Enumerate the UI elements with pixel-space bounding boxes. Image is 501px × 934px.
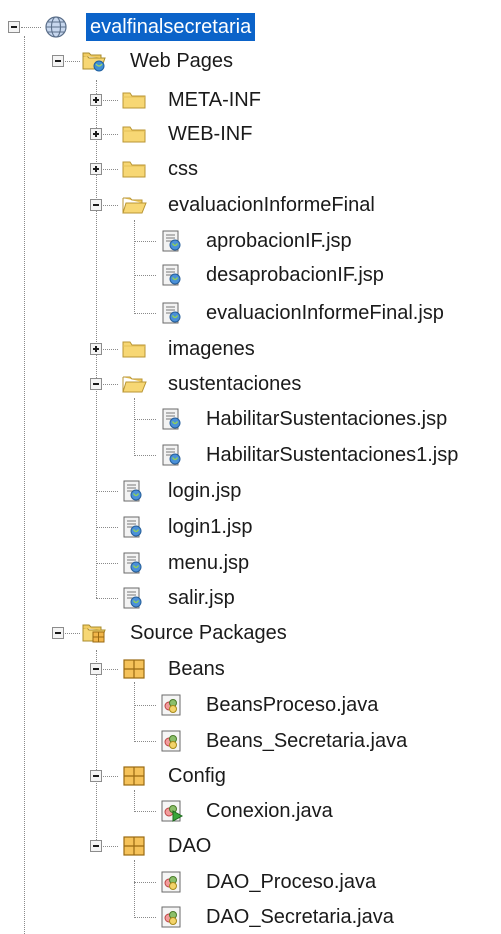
jsp-file-icon [158,263,184,287]
tree-node-login1[interactable]: login1.jsp [0,510,300,544]
tree-node-dao-secretaria[interactable]: DAO_Secretaria.java [0,900,420,934]
tree-node-project[interactable]: evalfinalsecretaria [0,10,300,44]
jsp-file-icon [119,515,145,539]
jsp-file-icon [158,301,184,325]
file-label: HabilitarSustentaciones1.jsp [206,444,459,466]
jsp-file-icon [158,407,184,431]
java-main-class-icon [158,799,184,823]
tree-node-web-inf[interactable]: WEB-INF [0,117,300,151]
tree-node-evaluacion-informe-final[interactable]: evaluacionInformeFinal [0,188,420,222]
web-pages-folder-icon [81,49,107,73]
file-label: DAO_Secretaria.java [206,906,394,928]
folder-label: sustentaciones [168,373,302,395]
file-label: salir.jsp [168,587,235,609]
expand-toggle[interactable] [90,94,102,106]
jsp-file-icon [119,479,145,503]
web-pages-label: Web Pages [130,50,234,72]
java-class-icon [158,729,184,753]
tree-node-beans[interactable]: Beans [0,652,300,686]
jsp-file-icon [119,586,145,610]
file-label: Conexion.java [206,800,333,822]
project-tree: evalfinalsecretaria Web Pages META-INF W… [0,0,501,934]
folder-icon [121,337,147,361]
expand-toggle[interactable] [90,128,102,140]
collapse-toggle[interactable] [52,627,64,639]
collapse-toggle[interactable] [8,21,20,33]
tree-node-css[interactable]: css [0,152,300,186]
tree-node-evaluacion-informe-final-jsp[interactable]: evaluacionInformeFinal.jsp [0,296,490,330]
file-label: login.jsp [168,480,242,502]
tree-node-beans-secretaria[interactable]: Beans_Secretaria.java [0,724,440,758]
expand-toggle[interactable] [90,343,102,355]
package-icon [121,657,147,681]
source-packages-label: Source Packages [130,622,287,644]
globe-icon [43,15,69,39]
file-label: BeansProceso.java [206,694,379,716]
folder-label: evaluacionInformeFinal [168,194,375,216]
tree-node-conexion[interactable]: Conexion.java [0,794,400,828]
file-label: Beans_Secretaria.java [206,730,408,752]
tree-node-meta-inf[interactable]: META-INF [0,83,300,117]
collapse-toggle[interactable] [90,378,102,390]
jsp-file-icon [158,443,184,467]
package-label: Config [168,765,226,787]
collapse-toggle[interactable] [90,840,102,852]
package-label: DAO [168,835,212,857]
file-label: evaluacionInformeFinal.jsp [206,302,444,324]
tree-node-salir[interactable]: salir.jsp [0,581,300,615]
tree-node-habilitar-sustentaciones1[interactable]: HabilitarSustentaciones1.jsp [0,438,500,472]
folder-open-icon [121,372,147,396]
jsp-file-icon [119,551,145,575]
folder-icon [121,122,147,146]
collapse-toggle[interactable] [90,770,102,782]
tree-node-desaprobacion-if[interactable]: desaprobacionIF.jsp [0,258,420,292]
java-class-icon [158,870,184,894]
package-label: Beans [168,658,225,680]
package-icon [121,834,147,858]
tree-node-menu[interactable]: menu.jsp [0,546,300,580]
folder-open-icon [121,193,147,217]
tree-node-config[interactable]: Config [0,759,300,793]
file-label: aprobacionIF.jsp [206,230,352,252]
jsp-file-icon [158,229,184,253]
folder-label: css [168,158,198,180]
tree-node-aprobacion-if[interactable]: aprobacionIF.jsp [0,224,420,258]
tree-node-beans-proceso[interactable]: BeansProceso.java [0,688,420,722]
expand-toggle[interactable] [90,163,102,175]
folder-icon [121,88,147,112]
tree-node-dao[interactable]: DAO [0,829,300,863]
folder-icon [121,157,147,181]
collapse-toggle[interactable] [52,55,64,67]
collapse-toggle[interactable] [90,663,102,675]
file-label: HabilitarSustentaciones.jsp [206,408,448,430]
tree-node-habilitar-sustentaciones[interactable]: HabilitarSustentaciones.jsp [0,402,490,436]
folder-label: WEB-INF [168,123,253,145]
file-label: desaprobacionIF.jsp [206,264,384,286]
source-packages-folder-icon [81,621,107,645]
java-class-icon [158,905,184,929]
java-class-icon [158,693,184,717]
tree-node-source-packages[interactable]: Source Packages [0,616,320,650]
tree-node-sustentaciones[interactable]: sustentaciones [0,367,302,401]
file-label: DAO_Proceso.java [206,871,377,893]
file-label: menu.jsp [168,552,250,574]
package-icon [121,764,147,788]
tree-node-dao-proceso[interactable]: DAO_Proceso.java [0,865,420,899]
tree-node-login[interactable]: login.jsp [0,474,300,508]
collapse-toggle[interactable] [90,199,102,211]
project-label: evalfinalsecretaria [86,13,256,41]
folder-label: imagenes [168,338,255,360]
tree-node-web-pages[interactable]: Web Pages [0,44,300,78]
folder-label: META-INF [168,89,261,111]
file-label: login1.jsp [168,516,253,538]
tree-node-imagenes[interactable]: imagenes [0,332,300,366]
